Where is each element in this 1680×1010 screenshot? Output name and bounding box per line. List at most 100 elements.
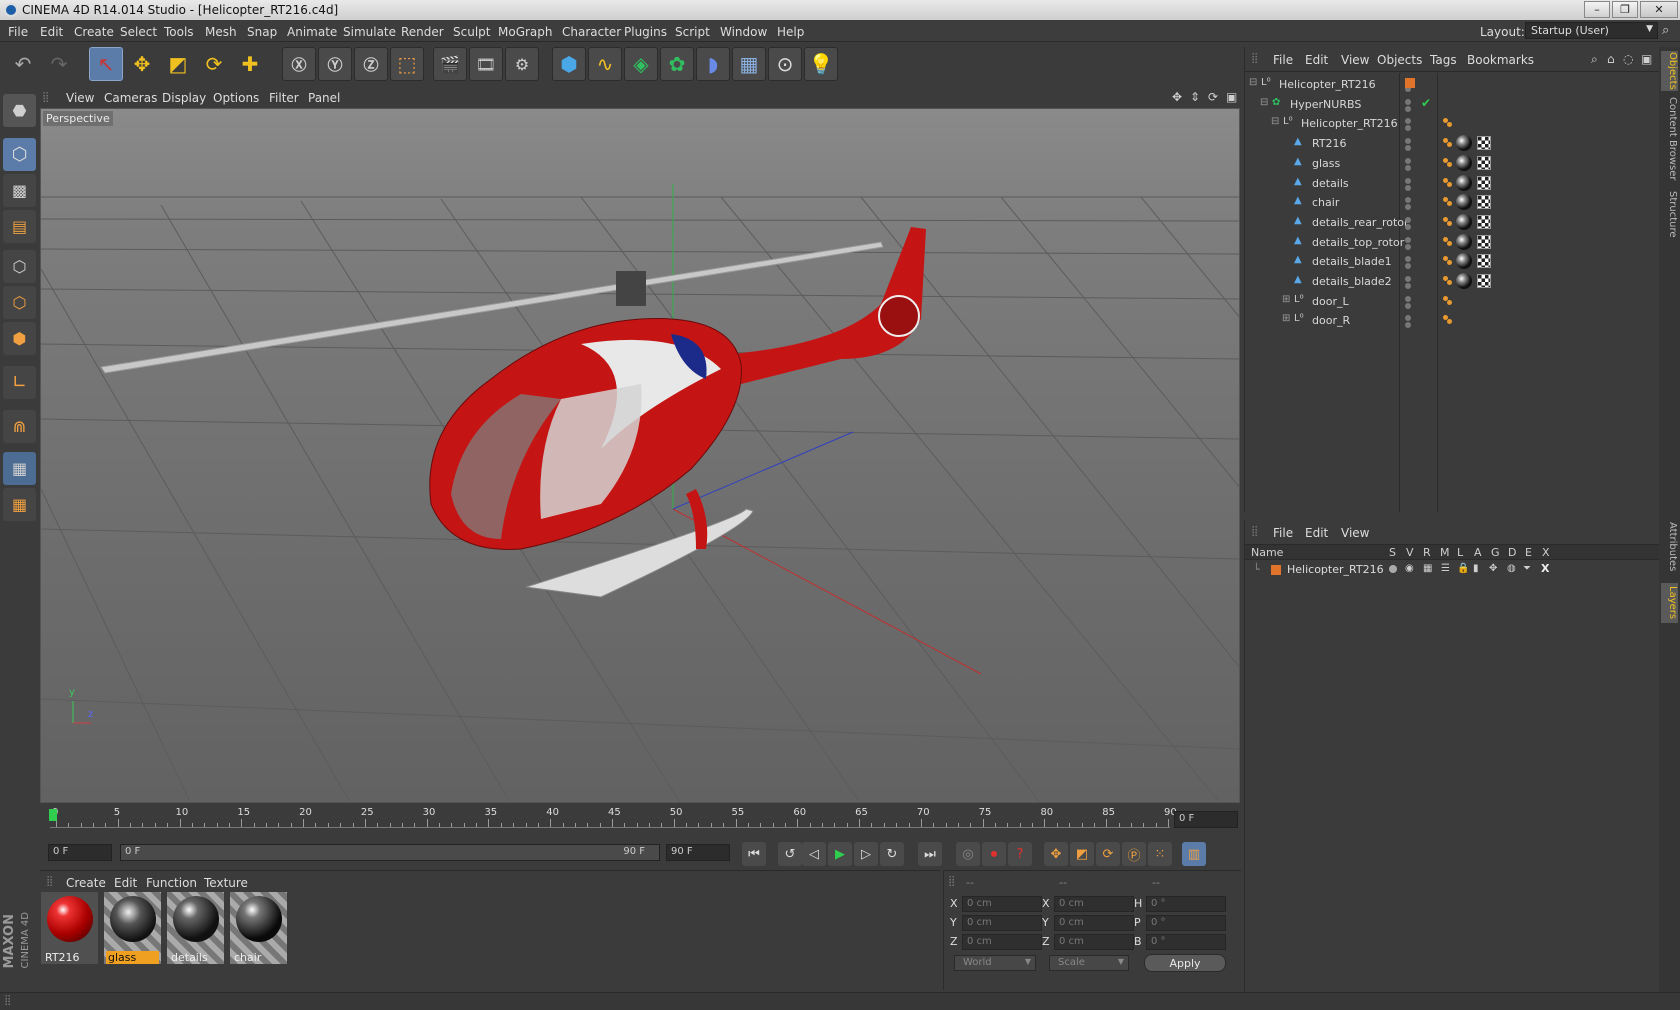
- autokeying-button[interactable]: ⏺: [982, 842, 1006, 866]
- axis-mode-button[interactable]: ∟: [3, 366, 36, 399]
- expressions-icon[interactable]: ⏷: [1523, 563, 1531, 574]
- vp-menu-filter[interactable]: Filter: [269, 91, 299, 105]
- menu-animate[interactable]: Animate: [287, 25, 337, 39]
- mat-menu-texture[interactable]: Texture: [204, 876, 248, 890]
- helicopter-model[interactable]: [100, 227, 926, 598]
- generators-icon[interactable]: ✥: [1489, 563, 1497, 574]
- render-visibility-dot[interactable]: [1405, 302, 1411, 309]
- editor-visibility-dot[interactable]: [1405, 315, 1411, 322]
- deformer-button[interactable]: ◗: [696, 47, 730, 81]
- go-to-end-button[interactable]: ⏭: [918, 842, 942, 866]
- object-row[interactable]: ▲ glass: [1245, 154, 1659, 174]
- menu-tools[interactable]: Tools: [164, 25, 194, 39]
- object-name[interactable]: RT216: [1312, 137, 1347, 150]
- material-tag-icon[interactable]: [1456, 273, 1472, 289]
- phong-tag-icon[interactable]: [1443, 276, 1452, 285]
- menu-sculpt[interactable]: Sculpt: [453, 25, 490, 39]
- obj-menu-view[interactable]: View: [1341, 53, 1369, 67]
- uvw-tag-icon[interactable]: [1477, 136, 1491, 151]
- mat-menu-create[interactable]: Create: [66, 876, 106, 890]
- render-visibility-dot[interactable]: [1405, 105, 1411, 112]
- material-tag-icon[interactable]: [1456, 194, 1472, 211]
- search-icon[interactable]: ⌕: [1662, 23, 1669, 38]
- object-name[interactable]: details_blade2: [1312, 275, 1392, 288]
- play-button[interactable]: ▶: [828, 842, 852, 866]
- phong-tag-icon[interactable]: [1443, 197, 1452, 207]
- phong-tag-icon[interactable]: [1443, 177, 1452, 187]
- object-row[interactable]: ⊞ L⁰ door_L: [1245, 292, 1659, 312]
- render-visibility-dot[interactable]: [1405, 283, 1411, 289]
- phong-tag-icon[interactable]: [1443, 157, 1452, 167]
- expand-toggle-icon[interactable]: ⊟: [1249, 77, 1257, 88]
- layer-name[interactable]: Helicopter_RT216: [1287, 563, 1384, 576]
- zoom-view-icon[interactable]: ⇕: [1190, 90, 1200, 104]
- material-tag-icon[interactable]: [1456, 253, 1472, 270]
- new-panel-icon[interactable]: ▣: [1641, 52, 1652, 66]
- z-axis-lock-button[interactable]: Ⓩ: [354, 47, 388, 81]
- previous-key-button[interactable]: ↺: [778, 842, 802, 866]
- obj-menu-edit[interactable]: Edit: [1305, 53, 1328, 67]
- timeline-ruler[interactable]: 051015202530354045505560657075808590 0 F: [40, 805, 1240, 835]
- rotate-tool-button[interactable]: ⟳: [197, 47, 231, 81]
- render-visibility-dot[interactable]: [1405, 184, 1411, 191]
- vp-menu-options[interactable]: Options: [213, 91, 259, 105]
- move-tool-button[interactable]: ✥: [125, 47, 159, 81]
- live-selection-button[interactable]: ↖: [89, 47, 123, 81]
- editor-visibility-dot[interactable]: [1405, 295, 1411, 302]
- object-row[interactable]: ⊟ ✿ HyperNURBS ✔: [1245, 95, 1659, 115]
- workplane-mode-button[interactable]: ▤: [3, 210, 36, 243]
- menu-simulate[interactable]: Simulate: [343, 25, 396, 39]
- x-axis-lock-button[interactable]: Ⓧ: [282, 47, 316, 81]
- xref-icon[interactable]: X: [1541, 562, 1549, 575]
- render-icon[interactable]: ▦: [1423, 563, 1432, 574]
- object-name[interactable]: details_top_rotor: [1312, 236, 1404, 249]
- material-rt216[interactable]: RT216: [41, 892, 98, 964]
- editor-visibility-dot[interactable]: [1405, 157, 1411, 164]
- editor-visibility-dot[interactable]: [1405, 177, 1411, 184]
- tab-structure[interactable]: Structure: [1661, 187, 1678, 241]
- coordinate-system-button[interactable]: ⬚: [390, 47, 424, 81]
- phong-tag-icon[interactable]: [1443, 256, 1452, 266]
- phong-tag-icon[interactable]: [1443, 216, 1452, 226]
- editor-visibility-dot[interactable]: [1405, 236, 1411, 243]
- obj-menu-file[interactable]: File: [1273, 53, 1293, 67]
- obj-menu-bookmarks[interactable]: Bookmarks: [1467, 53, 1534, 67]
- editor-visibility-dot[interactable]: [1405, 256, 1411, 263]
- mat-menu-function[interactable]: Function: [146, 876, 197, 890]
- menu-select[interactable]: Select: [120, 25, 157, 39]
- record-active-objects-button[interactable]: ◎: [956, 842, 980, 866]
- home-icon[interactable]: ⌂: [1607, 52, 1615, 66]
- tab-layers[interactable]: Layers: [1661, 583, 1678, 623]
- object-row[interactable]: ▲ details: [1245, 174, 1659, 194]
- uvw-tag-icon[interactable]: [1477, 155, 1491, 170]
- menu-snap[interactable]: Snap: [247, 25, 277, 39]
- render-visibility-dot[interactable]: [1405, 164, 1411, 171]
- coord-value-field[interactable]: 0 cm: [1054, 896, 1134, 912]
- end-frame-field[interactable]: 90 F: [666, 844, 730, 861]
- record-position-button[interactable]: ✥: [1044, 842, 1068, 866]
- expand-toggle-icon[interactable]: ⊟: [1260, 97, 1268, 108]
- menu-character[interactable]: Character: [562, 25, 621, 39]
- coord-value-field[interactable]: 0 °: [1146, 934, 1226, 950]
- coord-value-field[interactable]: 0 cm: [962, 896, 1042, 912]
- edges-mode-button[interactable]: ⬡: [3, 286, 36, 319]
- menu-mograph[interactable]: MoGraph: [498, 25, 553, 39]
- coord-size-mode-select[interactable]: Scale ▼: [1049, 955, 1129, 971]
- vp-menu-cameras[interactable]: Cameras: [104, 91, 157, 105]
- apply-button[interactable]: Apply: [1144, 954, 1226, 972]
- start-frame-field[interactable]: 0 F: [48, 844, 112, 861]
- object-row[interactable]: ⊟ L⁰ Helicopter_RT216: [1245, 114, 1659, 134]
- menu-create[interactable]: Create: [74, 25, 114, 39]
- vp-menu-panel[interactable]: Panel: [308, 91, 340, 105]
- object-name[interactable]: Helicopter_RT216: [1279, 78, 1376, 91]
- layer-menu-view[interactable]: View: [1341, 526, 1369, 540]
- coord-mode-select[interactable]: World ▼: [954, 955, 1036, 971]
- material-tag-icon[interactable]: [1456, 154, 1472, 171]
- object-row[interactable]: ▲ RT216: [1245, 134, 1659, 154]
- editor-visibility-dot[interactable]: [1405, 197, 1411, 204]
- layer-menu-file[interactable]: File: [1273, 526, 1293, 540]
- layer-color-swatch[interactable]: [1405, 78, 1415, 88]
- layout-select[interactable]: Startup (User) ▼: [1525, 22, 1658, 39]
- render-visibility-dot[interactable]: [1405, 145, 1411, 152]
- add-tool-button[interactable]: ✚: [233, 47, 267, 81]
